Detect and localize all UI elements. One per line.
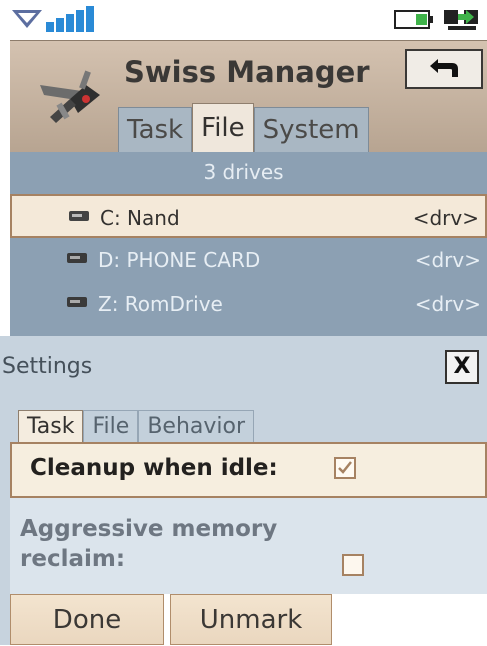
drive-type: <drv> <box>414 292 481 316</box>
drive-name: Z: RomDrive <box>98 292 223 316</box>
settings-title: Settings <box>2 354 93 379</box>
drive-count: 3 drives <box>203 160 284 184</box>
drive-type: <drv> <box>412 206 479 230</box>
app-title: Swiss Manager <box>124 55 370 89</box>
data-transfer-icon <box>444 10 478 30</box>
cleanup-checkbox[interactable] <box>334 457 356 479</box>
header-tabs: Task File System <box>118 103 369 152</box>
drive-type: <drv> <box>414 248 481 272</box>
swiss-knife-icon <box>40 70 100 123</box>
settings-tab-behavior[interactable]: Behavior <box>138 410 255 443</box>
app-header: Swiss Manager Task File System <box>10 40 487 153</box>
tab-file[interactable]: File <box>192 103 254 152</box>
cleanup-option-row[interactable]: Cleanup when idle: <box>10 442 487 498</box>
unmark-button[interactable]: Unmark <box>170 594 332 645</box>
signal-strength-icon <box>46 6 94 32</box>
aggressive-reclaim-label: Aggressive memory reclaim: <box>20 516 278 572</box>
battery-icon <box>394 10 433 29</box>
drive-row[interactable]: Z: RomDrive <drv> <box>10 282 487 326</box>
back-button[interactable] <box>405 49 483 89</box>
close-button[interactable]: X <box>445 350 479 384</box>
settings-tab-file[interactable]: File <box>83 410 139 443</box>
softkey-bar: Done Unmark <box>10 594 487 645</box>
drive-row[interactable]: C: Nand <drv> <box>10 194 487 238</box>
drive-icon <box>67 253 87 263</box>
drive-icon <box>69 211 89 221</box>
tab-task[interactable]: Task <box>118 107 193 152</box>
cleanup-option-label: Cleanup when idle: <box>30 455 278 481</box>
aggressive-reclaim-option-row[interactable]: Aggressive memory reclaim: <box>10 498 487 594</box>
drive-name: C: Nand <box>100 206 180 230</box>
status-bar <box>10 0 487 40</box>
phone-screen: Swiss Manager Task File System 3 drives … <box>0 0 487 645</box>
tab-system[interactable]: System <box>253 107 369 152</box>
checkmark-icon <box>338 461 352 474</box>
settings-tabbar: Task File Behavior <box>0 400 487 443</box>
notification-down-arrow-icon <box>12 10 42 28</box>
settings-tab-task[interactable]: Task <box>18 410 84 443</box>
drive-name: D: PHONE CARD <box>98 248 261 272</box>
drive-row[interactable]: D: PHONE CARD <drv> <box>10 238 487 282</box>
drive-list: 3 drives C: Nand <drv> D: PHONE CARD <dr… <box>10 152 487 336</box>
settings-tabs: Task File Behavior <box>18 410 255 443</box>
done-button[interactable]: Done <box>10 594 164 645</box>
aggressive-reclaim-checkbox[interactable] <box>342 554 364 576</box>
drive-icon <box>67 297 87 307</box>
back-arrow-icon <box>430 59 458 77</box>
